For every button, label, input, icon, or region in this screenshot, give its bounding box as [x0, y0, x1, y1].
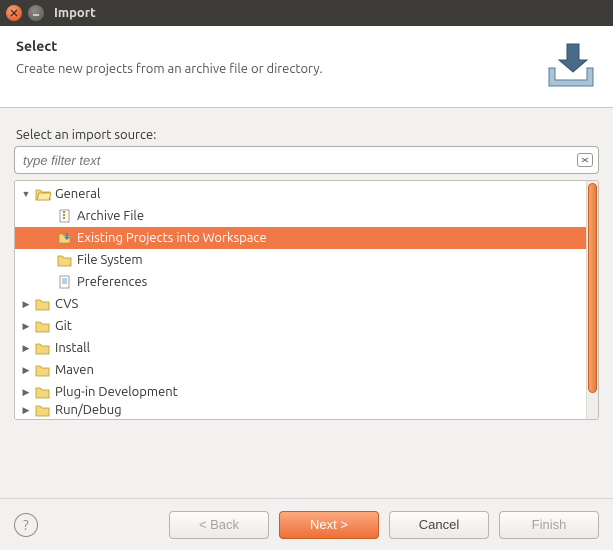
tree-label: Maven: [55, 363, 94, 377]
tree-label: Install: [55, 341, 90, 355]
tree-item-archive-file[interactable]: Archive File: [15, 205, 586, 227]
expand-toggle-icon[interactable]: ▶: [21, 343, 31, 354]
folder-icon: [35, 297, 51, 311]
expand-toggle-icon[interactable]: ▶: [21, 387, 31, 398]
tree-label: Run/Debug: [55, 403, 122, 417]
preferences-file-icon: [57, 275, 73, 289]
clear-filter-icon[interactable]: [577, 153, 593, 167]
tree-category-git[interactable]: ▶ Git: [15, 315, 586, 337]
folder-open-icon: [35, 187, 51, 201]
cancel-button[interactable]: Cancel: [389, 511, 489, 539]
minimize-icon[interactable]: [28, 5, 44, 21]
expand-toggle-icon[interactable]: ▶: [21, 405, 31, 416]
page-subtitle: Create new projects from an archive file…: [16, 62, 597, 76]
folder-icon: [57, 253, 73, 267]
finish-button[interactable]: Finish: [499, 511, 599, 539]
window-title: Import: [54, 6, 96, 20]
archive-file-icon: [57, 209, 73, 223]
folder-icon: [35, 385, 51, 399]
folder-icon: [35, 403, 51, 417]
filter-label: Select an import source:: [16, 128, 599, 142]
tree-label: Preferences: [77, 275, 147, 289]
tree-label: Plug-in Development: [55, 385, 178, 399]
scrollbar[interactable]: [586, 181, 598, 419]
project-import-icon: [57, 231, 73, 245]
tree-label: Git: [55, 319, 72, 333]
import-source-tree: ▼ General Archive File Existing Projects…: [14, 180, 599, 420]
tree-category-general[interactable]: ▼ General: [15, 183, 586, 205]
expand-toggle-icon[interactable]: ▶: [21, 365, 31, 376]
tree-label: Archive File: [77, 209, 144, 223]
tree-category-maven[interactable]: ▶ Maven: [15, 359, 586, 381]
tree-category-run-debug[interactable]: ▶ Run/Debug: [15, 403, 586, 417]
tree-label: File System: [77, 253, 143, 267]
tree-category-plugin-dev[interactable]: ▶ Plug-in Development: [15, 381, 586, 403]
button-bar: ? < Back Next > Cancel Finish: [0, 498, 613, 550]
tree-item-existing-projects[interactable]: Existing Projects into Workspace: [15, 227, 586, 249]
wizard-header: Select Create new projects from an archi…: [0, 26, 613, 108]
title-bar: Import: [0, 0, 613, 26]
tree-category-install[interactable]: ▶ Install: [15, 337, 586, 359]
close-icon[interactable]: [6, 5, 22, 21]
import-icon: [543, 38, 599, 94]
tree-item-preferences[interactable]: Preferences: [15, 271, 586, 293]
expand-toggle-icon[interactable]: ▼: [21, 189, 31, 199]
folder-icon: [35, 341, 51, 355]
page-title: Select: [16, 38, 597, 54]
help-button[interactable]: ?: [14, 513, 38, 537]
tree-label: General: [55, 187, 100, 201]
folder-icon: [35, 319, 51, 333]
filter-input[interactable]: [14, 146, 599, 174]
content-area: Select an import source: ▼ General Archi…: [0, 108, 613, 420]
tree-label: Existing Projects into Workspace: [77, 231, 267, 245]
scrollbar-thumb[interactable]: [588, 183, 597, 393]
tree-item-file-system[interactable]: File System: [15, 249, 586, 271]
expand-toggle-icon[interactable]: ▶: [21, 321, 31, 332]
back-button[interactable]: < Back: [169, 511, 269, 539]
folder-icon: [35, 363, 51, 377]
tree-label: CVS: [55, 297, 78, 311]
next-button[interactable]: Next >: [279, 511, 379, 539]
tree-category-cvs[interactable]: ▶ CVS: [15, 293, 586, 315]
expand-toggle-icon[interactable]: ▶: [21, 299, 31, 310]
